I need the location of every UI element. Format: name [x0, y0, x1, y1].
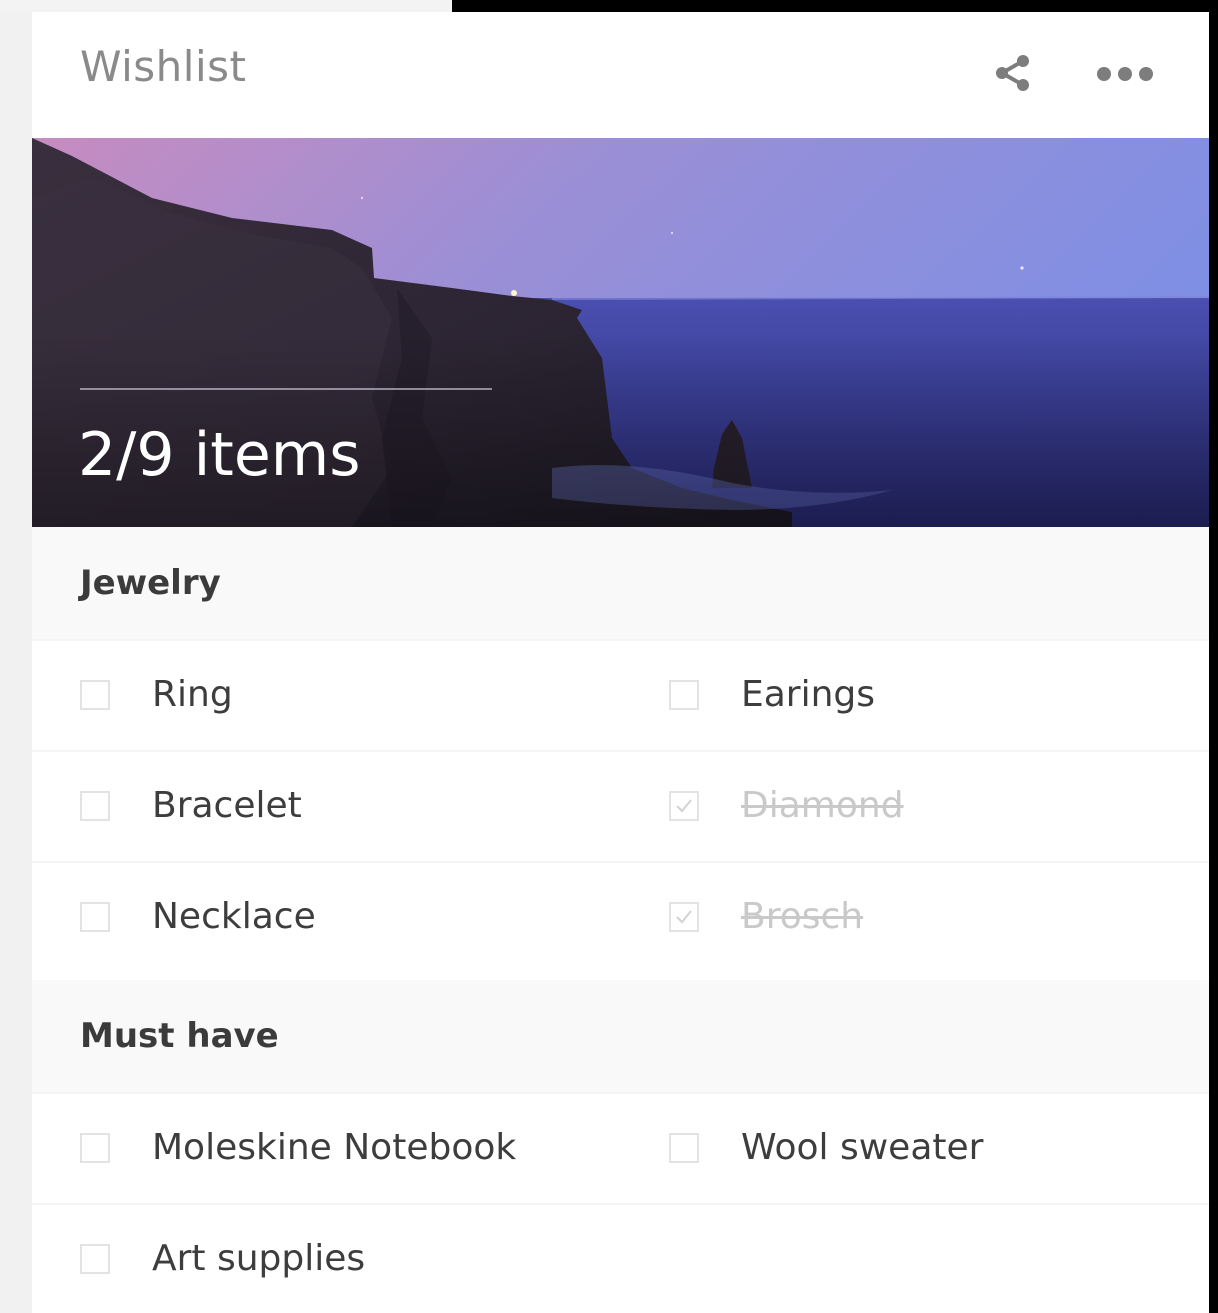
item-checkbox-checked[interactable]: [669, 902, 699, 932]
table-row: Ring Earings: [32, 639, 1209, 750]
section-header-must-have: Must have: [32, 980, 1209, 1092]
table-row: Moleskine Notebook Wool sweater: [32, 1092, 1209, 1203]
wishlist-card: Wishlist 2/9 items Jewelry Ring Earings …: [32, 12, 1209, 1313]
checkmark-icon: [676, 799, 692, 813]
checkmark-icon: [676, 910, 692, 924]
list-item[interactable]: Ring: [80, 641, 640, 750]
more-horizontal-icon: [1097, 67, 1153, 81]
list-item[interactable]: Earings: [669, 641, 1209, 750]
item-label: Art supplies: [152, 1238, 366, 1279]
item-checkbox[interactable]: [669, 680, 699, 710]
item-checkbox-checked[interactable]: [669, 791, 699, 821]
table-row: Bracelet Diamond: [32, 750, 1209, 861]
item-checkbox[interactable]: [80, 680, 110, 710]
item-label: Ring: [152, 674, 233, 715]
item-checkbox[interactable]: [80, 1244, 110, 1274]
share-icon: [996, 55, 1029, 91]
section-title: Jewelry: [80, 563, 221, 603]
list-item[interactable]: Art supplies: [80, 1205, 640, 1313]
list-title: Wishlist: [80, 42, 247, 91]
background-left: [0, 0, 32, 1313]
item-checkbox[interactable]: [80, 902, 110, 932]
list-item[interactable]: Brosch: [669, 863, 1209, 972]
list-item[interactable]: Necklace: [80, 863, 640, 972]
card-header: Wishlist: [32, 12, 1209, 138]
item-label: Wool sweater: [741, 1127, 984, 1168]
hero-image: 2/9 items: [32, 138, 1209, 527]
background-right: [1209, 0, 1218, 1313]
items-count: 2/9 items: [78, 420, 361, 490]
more-button[interactable]: [1092, 54, 1158, 94]
list-item[interactable]: Wool sweater: [669, 1094, 1209, 1203]
item-label: Bracelet: [152, 785, 302, 826]
section-title: Must have: [80, 1016, 279, 1056]
table-row: Necklace Brosch: [32, 861, 1209, 972]
list-item[interactable]: Moleskine Notebook: [80, 1094, 640, 1203]
background-top-left: [0, 0, 452, 12]
list-item[interactable]: Bracelet: [80, 752, 640, 861]
item-label: Necklace: [152, 896, 316, 937]
item-label: Diamond: [741, 785, 904, 826]
table-row: Art supplies: [32, 1203, 1209, 1313]
item-checkbox[interactable]: [669, 1133, 699, 1163]
list-item[interactable]: Diamond: [669, 752, 1209, 861]
section-header-jewelry: Jewelry: [32, 527, 1209, 639]
background-top-right: [452, 0, 1218, 12]
item-label: Brosch: [741, 896, 864, 937]
item-checkbox[interactable]: [80, 1133, 110, 1163]
share-button[interactable]: [990, 50, 1036, 96]
item-label: Earings: [741, 674, 876, 715]
item-checkbox[interactable]: [80, 791, 110, 821]
item-label: Moleskine Notebook: [152, 1127, 517, 1168]
